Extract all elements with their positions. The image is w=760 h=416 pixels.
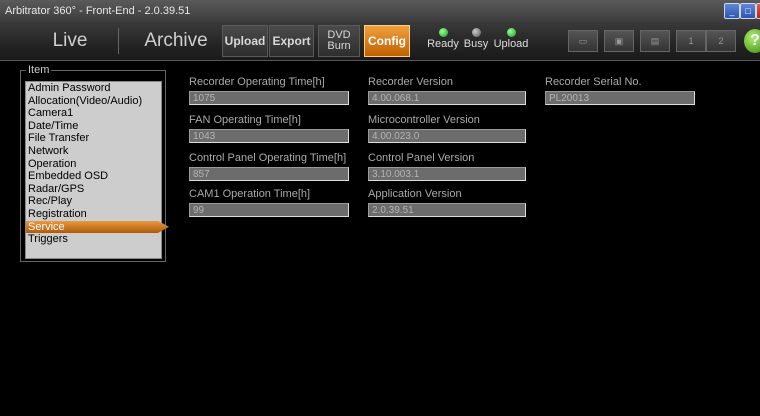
- control-panel-version-field: Control Panel Version 3.10.003.1: [368, 152, 526, 181]
- list-item-admin-password[interactable]: Admin Password: [26, 82, 161, 95]
- title-bar: Arbitrator 360° - Front-End - 2.0.39.51 …: [0, 0, 760, 22]
- list-item-network[interactable]: Network: [26, 145, 161, 158]
- recorder-version-field: Recorder Version 4.00.068.1: [368, 76, 526, 105]
- list-item-embedded-osd[interactable]: Embedded OSD: [26, 170, 161, 183]
- list-item-allocation[interactable]: Allocation(Video/Audio): [26, 95, 161, 108]
- list-item-service[interactable]: Service: [26, 220, 169, 234]
- maximize-button[interactable]: □: [740, 3, 756, 19]
- multi-view-icon[interactable]: ▤: [640, 30, 670, 52]
- single-view-icon[interactable]: ▣: [604, 30, 634, 52]
- tab-archive[interactable]: Archive: [128, 25, 224, 57]
- recorder-operating-time-value: 1075: [189, 91, 349, 105]
- tab-live[interactable]: Live: [30, 25, 110, 57]
- microcontroller-version-label: Microcontroller Version: [368, 114, 480, 126]
- recorder-operating-time-field: Recorder Operating Time[h] 1075: [189, 76, 349, 105]
- fan-operating-time-field: FAN Operating Time[h] 1043: [189, 114, 349, 143]
- cam1-operation-time-value: 99: [189, 203, 349, 217]
- close-button[interactable]: ×: [756, 3, 760, 19]
- list-item-rec-play[interactable]: Rec/Play: [26, 195, 161, 208]
- list-item-camera1[interactable]: Camera1: [26, 107, 161, 120]
- control-panel-version-label: Control Panel Version: [368, 152, 475, 164]
- item-legend: Item: [26, 64, 52, 76]
- recorder-serial-label: Recorder Serial No.: [545, 76, 642, 88]
- upload-indicator: Upload: [492, 28, 530, 50]
- recorder-operating-time-label: Recorder Operating Time[h]: [189, 76, 325, 88]
- list-item-operation[interactable]: Operation: [26, 158, 161, 171]
- recorder-version-value: 4.00.068.1: [368, 91, 526, 105]
- application-version-field: Application Version 2.0.39.51: [368, 188, 526, 217]
- camera-1-icon[interactable]: 1: [676, 30, 706, 52]
- dvd-burn-button[interactable]: DVD Burn: [318, 25, 360, 57]
- microcontroller-version-field: Microcontroller Version 4.00.023.0: [368, 114, 526, 143]
- control-panel-version-value: 3.10.003.1: [368, 167, 526, 181]
- control-panel-operating-time-value: 857: [189, 167, 349, 181]
- list-item-radar-gps[interactable]: Radar/GPS: [26, 183, 161, 196]
- list-item-triggers[interactable]: Triggers: [26, 233, 161, 246]
- fan-operating-time-label: FAN Operating Time[h]: [189, 114, 301, 126]
- ready-indicator: Ready: [426, 28, 460, 50]
- burn-label: Burn: [327, 40, 351, 52]
- list-item-registration[interactable]: Registration: [26, 208, 161, 221]
- display-icon[interactable]: ▭: [568, 30, 598, 52]
- camera-2-icon[interactable]: 2: [706, 30, 736, 52]
- busy-label: Busy: [463, 38, 489, 50]
- application-version-label: Application Version: [368, 188, 462, 200]
- export-button[interactable]: Export: [269, 25, 314, 57]
- item-list: Admin Password Allocation(Video/Audio) C…: [25, 81, 169, 259]
- minimize-button[interactable]: _: [724, 3, 740, 19]
- control-panel-operating-time-label: Control Panel Operating Time[h]: [189, 152, 347, 164]
- recorder-serial-field: Recorder Serial No. PL20013: [545, 76, 695, 105]
- list-item-date-time[interactable]: Date/Time: [26, 120, 161, 133]
- list-item-file-transfer[interactable]: File Transfer: [26, 132, 161, 145]
- window-title: Arbitrator 360° - Front-End - 2.0.39.51: [5, 5, 191, 17]
- upload-led-icon: [506, 28, 516, 37]
- cam1-operation-time-field: CAM1 Operation Time[h] 99: [189, 188, 349, 217]
- item-panel: Item Admin Password Allocation(Video/Aud…: [20, 64, 169, 262]
- application-version-value: 2.0.39.51: [368, 203, 526, 217]
- busy-led-icon: [471, 28, 481, 37]
- microcontroller-version-value: 4.00.023.0: [368, 129, 526, 143]
- upload-button[interactable]: Upload: [222, 25, 268, 57]
- cam1-operation-time-label: CAM1 Operation Time[h]: [189, 188, 311, 200]
- tab-config[interactable]: Config: [364, 25, 410, 57]
- busy-indicator: Busy: [460, 28, 492, 50]
- recorder-version-label: Recorder Version: [368, 76, 453, 88]
- control-panel-operating-time-field: Control Panel Operating Time[h] 857: [189, 152, 349, 181]
- main-toolbar: Live Archive Upload Export DVD Burn Conf…: [0, 22, 760, 61]
- help-icon[interactable]: ?: [744, 29, 760, 53]
- upload-status-label: Upload: [493, 38, 529, 50]
- fan-operating-time-value: 1043: [189, 129, 349, 143]
- ready-led-icon: [438, 28, 448, 37]
- recorder-serial-value: PL20013: [545, 91, 695, 105]
- ready-label: Ready: [427, 38, 459, 50]
- toolbar-divider: [118, 28, 119, 54]
